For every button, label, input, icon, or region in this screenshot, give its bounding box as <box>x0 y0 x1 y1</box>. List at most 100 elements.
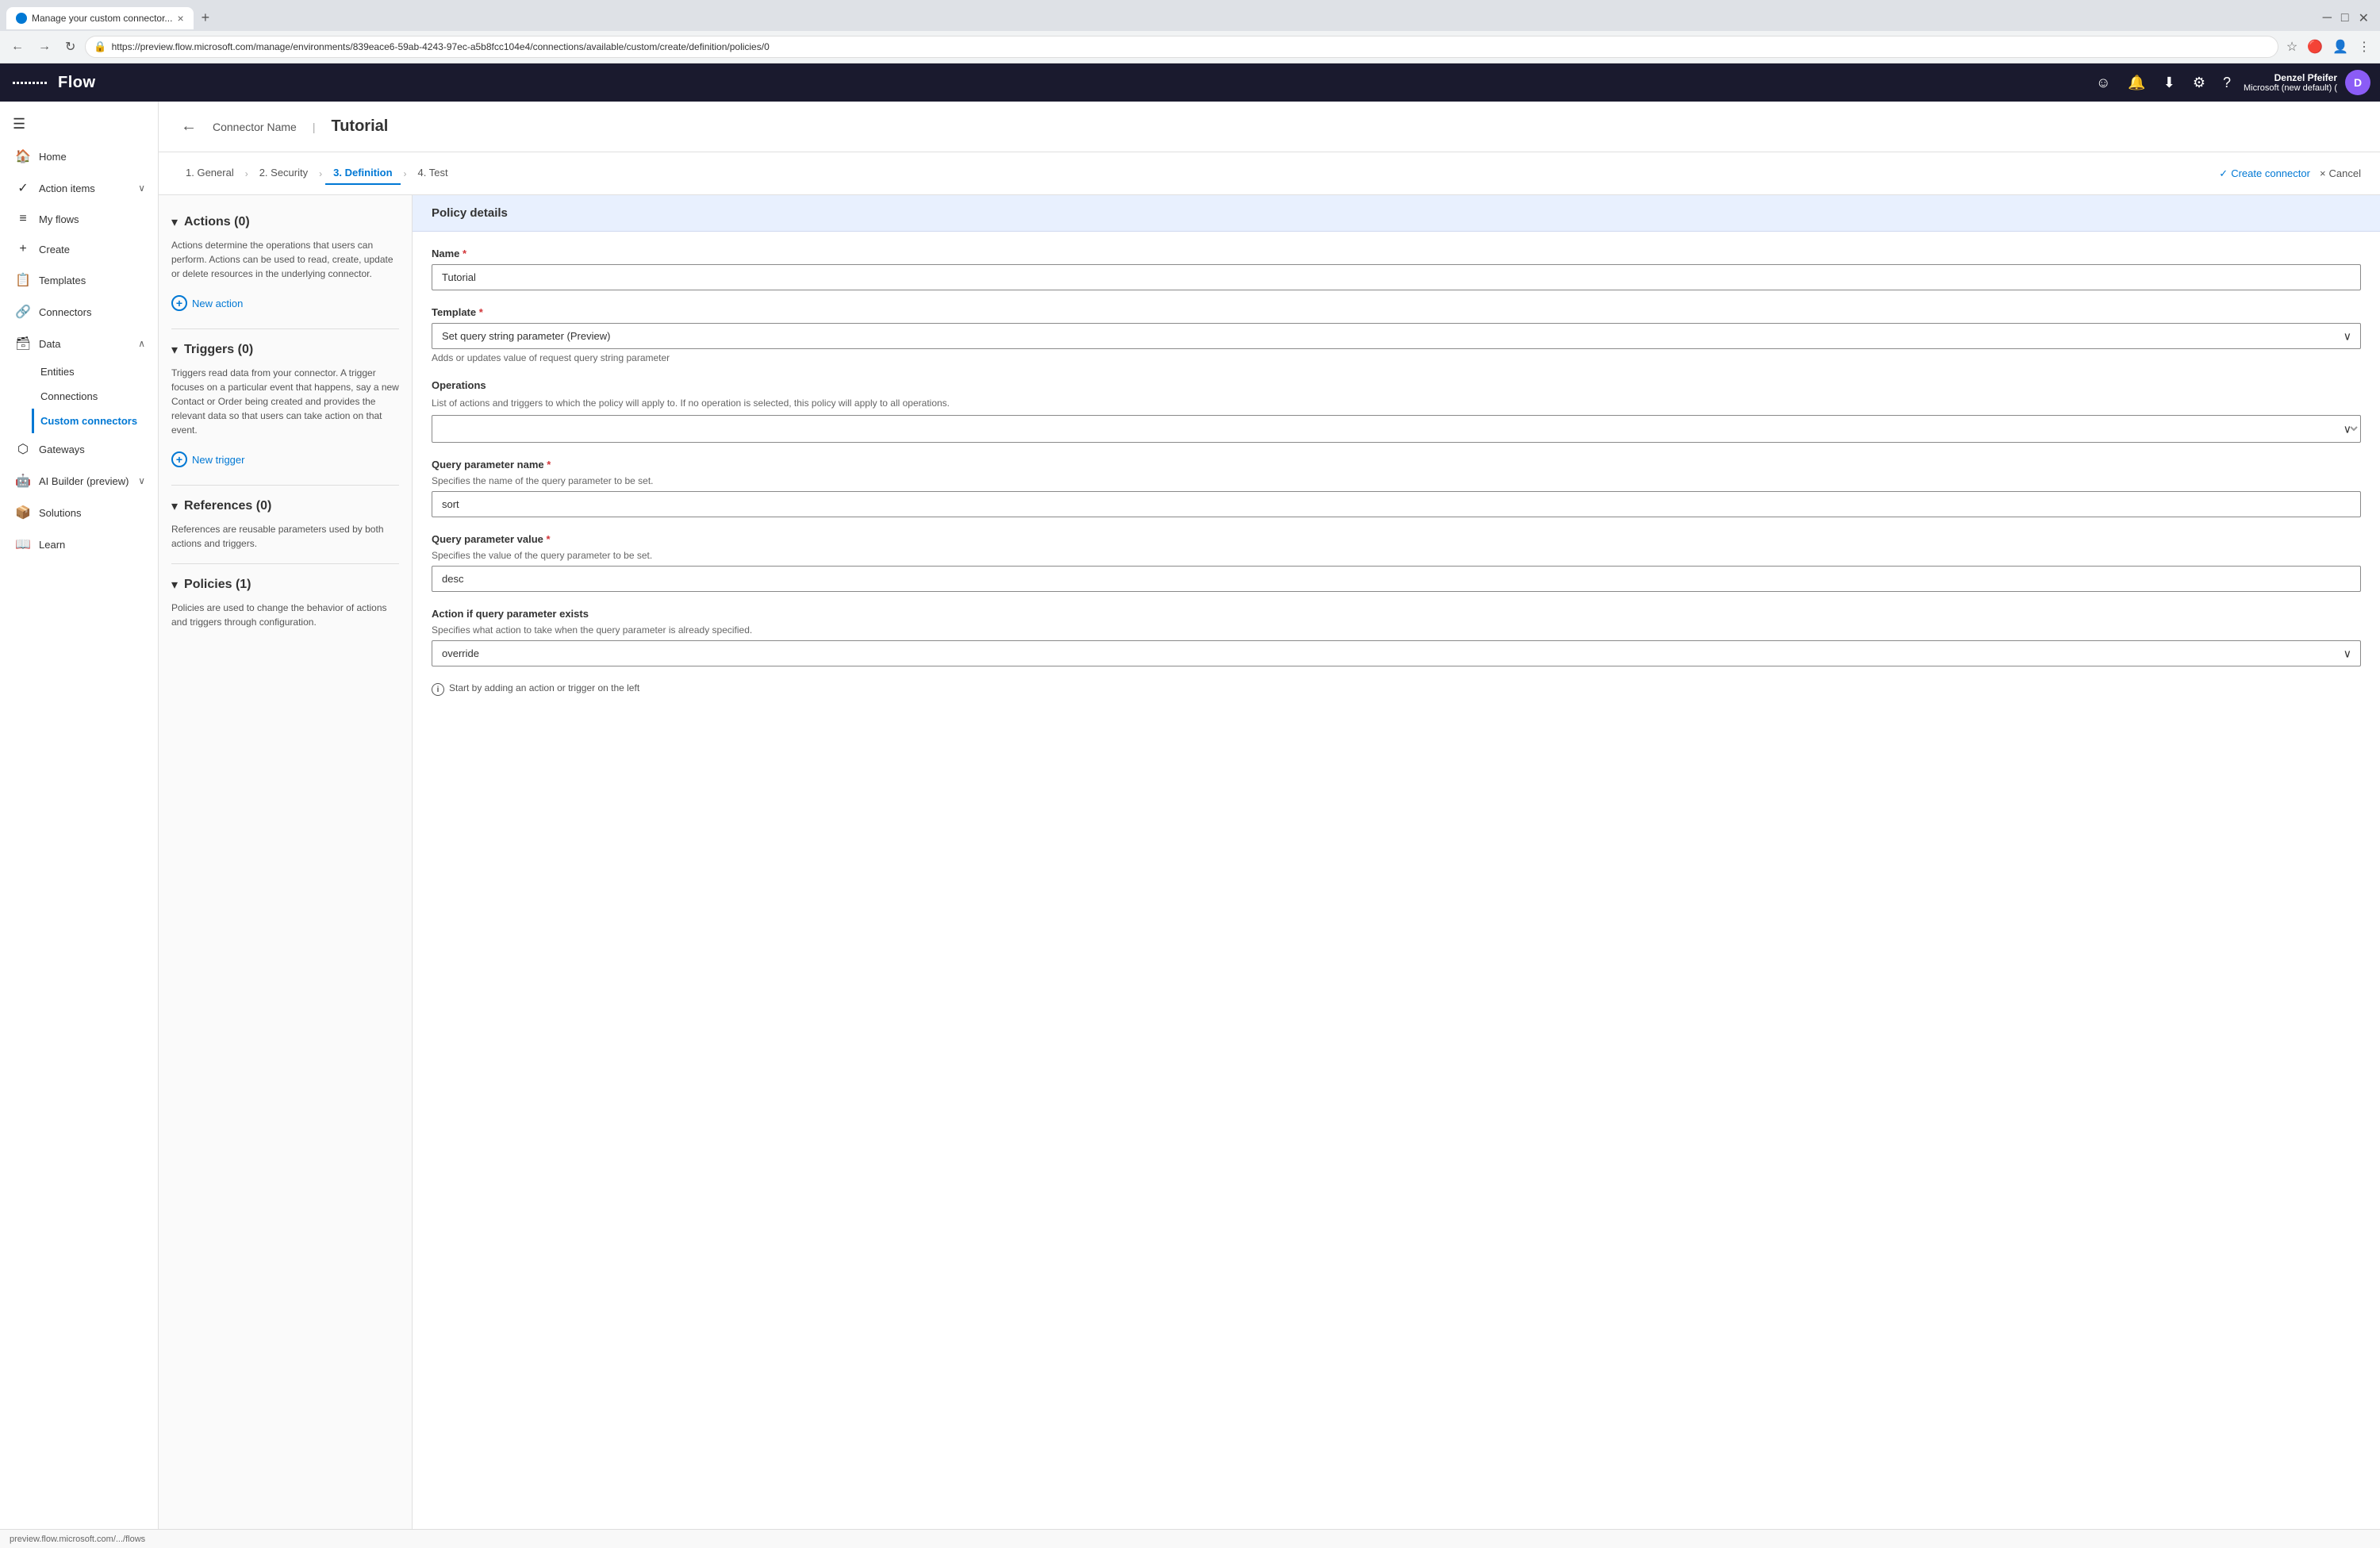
step-definition-label: 3. Definition <box>333 167 392 179</box>
step-security[interactable]: 2. Security <box>251 162 316 185</box>
window-close[interactable]: ✕ <box>2354 7 2374 29</box>
gateways-icon: ⬡ <box>15 441 31 457</box>
query-param-value-group: Query parameter value * Specifies the va… <box>432 533 2361 592</box>
step-chevron-2: › <box>319 168 322 179</box>
main-content: ▾ Actions (0) Actions determine the oper… <box>159 195 2380 1529</box>
query-param-name-group: Query parameter name * Specifies the nam… <box>432 459 2361 517</box>
sidebar-label-connections: Connections <box>40 390 98 402</box>
new-action-button[interactable]: + New action <box>171 290 243 316</box>
references-toggle[interactable]: ▾ <box>171 498 178 514</box>
nav-refresh-button[interactable]: ↻ <box>60 36 80 58</box>
wizard-back-button[interactable]: ← <box>178 114 200 139</box>
sidebar-label-connectors: Connectors <box>39 306 145 318</box>
action-if-exists-hint: Specifies what action to take when the q… <box>432 624 2361 636</box>
sidebar-item-entities[interactable]: Entities <box>32 359 158 384</box>
action-items-chevron: ∨ <box>138 182 145 194</box>
status-bar: preview.flow.microsoft.com/.../flows <box>0 1529 2380 1548</box>
query-param-name-required: * <box>547 459 551 471</box>
actions-toggle[interactable]: ▾ <box>171 214 178 230</box>
window-minimize[interactable]: ─ <box>2318 8 2336 29</box>
sidebar-item-connections[interactable]: Connections <box>32 384 158 409</box>
policies-section-header: ▾ Policies (1) <box>171 577 399 593</box>
tab-close-button[interactable]: × <box>177 12 183 25</box>
sidebar-label-data: Data <box>39 338 130 350</box>
more-button[interactable]: ⋮ <box>2355 36 2374 58</box>
sidebar-label-home: Home <box>39 151 145 163</box>
sidebar-item-create[interactable]: + Create <box>0 234 158 264</box>
actions-description: Actions determine the operations that us… <box>171 238 399 281</box>
name-field-group: Name * <box>432 248 2361 290</box>
sidebar-item-custom-connectors[interactable]: Custom connectors <box>32 409 158 433</box>
bottom-hint: i Start by adding an action or trigger o… <box>432 682 2361 696</box>
bottom-hint-text: Start by adding an action or trigger on … <box>449 682 639 693</box>
sidebar-item-connectors[interactable]: 🔗 Connectors <box>0 296 158 328</box>
new-action-plus-icon: + <box>171 295 187 311</box>
info-icon: i <box>432 683 444 696</box>
new-trigger-button[interactable]: + New trigger <box>171 447 244 472</box>
nav-back-button[interactable]: ← <box>6 36 29 57</box>
sidebar-label-create: Create <box>39 244 145 255</box>
step-definition[interactable]: 3. Definition <box>325 162 400 185</box>
help-button[interactable]: ? <box>2218 70 2236 96</box>
operations-hint: List of actions and triggers to which th… <box>432 396 2361 410</box>
sidebar-item-ai-builder[interactable]: 🤖 AI Builder (preview) ∨ <box>0 465 158 497</box>
sidebar-label-gateways: Gateways <box>39 444 145 455</box>
policy-details-header: Policy details <box>413 195 2380 232</box>
step-general[interactable]: 1. General <box>178 162 242 185</box>
operations-select[interactable] <box>432 415 2361 443</box>
name-label: Name * <box>432 248 2361 259</box>
status-bar-url: preview.flow.microsoft.com/.../flows <box>10 1535 145 1544</box>
policies-description: Policies are used to change the behavior… <box>171 601 399 629</box>
sidebar-item-home[interactable]: 🏠 Home <box>0 140 158 172</box>
sidebar-item-gateways[interactable]: ⬡ Gateways <box>0 433 158 465</box>
download-button[interactable]: ⬇ <box>2159 70 2180 96</box>
browser-address-bar: ← → ↻ 🔒 https://preview.flow.microsoft.c… <box>0 31 2380 63</box>
sidebar-label-my-flows: My flows <box>39 213 145 225</box>
sidebar: ☰ 🏠 Home ✓ Action items ∨ ≡ My flows + C… <box>0 102 159 1529</box>
favorites-button[interactable]: ☆ <box>2283 36 2301 58</box>
sidebar-item-action-items[interactable]: ✓ Action items ∨ <box>0 172 158 204</box>
address-bar-input[interactable]: 🔒 https://preview.flow.microsoft.com/man… <box>85 36 2278 58</box>
browser-chrome: Manage your custom connector... × + ─ □ … <box>0 0 2380 63</box>
user-avatar[interactable]: D <box>2345 70 2370 95</box>
new-trigger-plus-icon: + <box>171 451 187 467</box>
nav-forward-button[interactable]: → <box>33 36 56 57</box>
user-info[interactable]: Denzel Pfeifer Microsoft (new default) ( <box>2244 72 2337 93</box>
actions-divider <box>171 328 399 329</box>
new-tab-button[interactable]: + <box>194 5 218 31</box>
create-connector-button[interactable]: ✓ Create connector <box>2219 167 2310 180</box>
operations-select-wrapper: ∨ <box>432 415 2361 443</box>
sidebar-item-my-flows[interactable]: ≡ My flows <box>0 204 158 234</box>
browser-tab[interactable]: Manage your custom connector... × <box>6 7 194 29</box>
step-test[interactable]: 4. Test <box>410 162 456 185</box>
notifications-button[interactable]: 🔔 <box>2123 70 2150 96</box>
tab-favicon <box>16 13 27 24</box>
name-input[interactable] <box>432 264 2361 290</box>
settings-button[interactable]: ⚙ <box>2188 70 2210 96</box>
sidebar-label-ai-builder: AI Builder (preview) <box>39 475 130 487</box>
query-param-name-input[interactable] <box>432 491 2361 517</box>
cancel-button[interactable]: × Cancel <box>2320 167 2361 179</box>
sidebar-label-action-items: Action items <box>39 182 130 194</box>
sidebar-item-learn[interactable]: 📖 Learn <box>0 528 158 560</box>
sidebar-item-data[interactable]: 🗃 Data ∧ <box>0 328 158 359</box>
extensions-button[interactable]: 🔴 <box>2304 36 2326 58</box>
sidebar-item-solutions[interactable]: 📦 Solutions <box>0 497 158 528</box>
step-general-label: 1. General <box>186 167 234 179</box>
data-chevron: ∧ <box>138 338 145 349</box>
feedback-button[interactable]: ☺ <box>2091 70 2115 96</box>
template-hint: Adds or updates value of request query s… <box>432 352 2361 363</box>
right-panel: Policy details Name * Template <box>413 195 2380 1529</box>
template-select[interactable]: Set query string parameter (Preview) <box>432 323 2361 349</box>
triggers-toggle[interactable]: ▾ <box>171 342 178 358</box>
sidebar-item-templates[interactable]: 📋 Templates <box>0 264 158 296</box>
profile-button[interactable]: 👤 <box>2329 36 2351 58</box>
policies-toggle[interactable]: ▾ <box>171 577 178 593</box>
query-param-value-input[interactable] <box>432 566 2361 592</box>
sidebar-hamburger[interactable]: ☰ <box>0 108 158 140</box>
action-if-exists-select[interactable]: override skip append <box>432 640 2361 666</box>
waffle-menu[interactable] <box>10 79 50 87</box>
wizard-header: ← Connector Name | Tutorial <box>159 102 2380 152</box>
name-required: * <box>463 248 466 259</box>
window-maximize[interactable]: □ <box>2336 8 2354 29</box>
